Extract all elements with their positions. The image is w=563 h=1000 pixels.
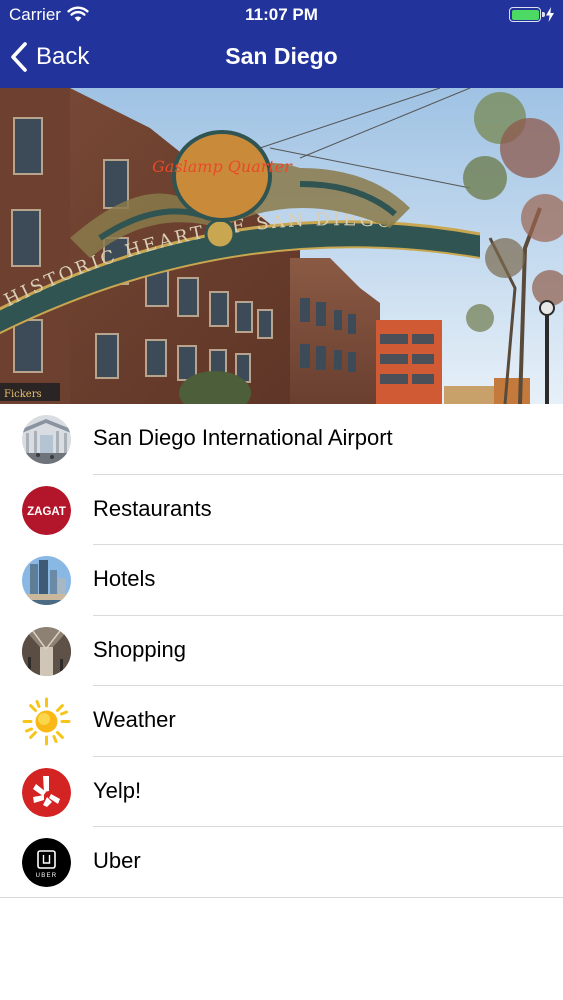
uber-logo-icon: UBER bbox=[22, 838, 71, 887]
list-item-label: Hotels bbox=[93, 566, 156, 591]
zagat-logo-icon: ZAGAT bbox=[22, 485, 71, 535]
neon-sign-text: Gaslamp Quarter bbox=[152, 157, 293, 176]
list-item-uber[interactable]: UBER Uber bbox=[0, 827, 563, 898]
list-item-label: Yelp! bbox=[93, 777, 142, 803]
nav-bar: Back San Diego bbox=[0, 30, 563, 88]
battery-icon bbox=[509, 7, 545, 22]
hero-image: Fickers HISTORIC HEART F SAN DIEG Gaslam… bbox=[0, 88, 563, 404]
list-item-restaurants[interactable]: ZAGAT Restaurants bbox=[0, 474, 563, 545]
zagat-logo-text: ZAGAT bbox=[27, 506, 66, 518]
list-item-label: Shopping bbox=[93, 636, 186, 662]
battery-level bbox=[511, 9, 539, 20]
uber-logo-text: UBER bbox=[36, 873, 58, 879]
hotels-thumb-icon bbox=[22, 556, 71, 605]
back-button[interactable]: Back bbox=[10, 40, 89, 74]
back-label: Back bbox=[36, 43, 90, 70]
charging-bolt-icon bbox=[546, 7, 554, 22]
airport-thumb-icon bbox=[22, 415, 71, 464]
list-item-label: Uber bbox=[93, 848, 141, 873]
status-bar: Carrier 11:07 PM bbox=[0, 0, 563, 30]
list-item-label: San Diego International Airport bbox=[93, 425, 393, 450]
yelp-logo-icon bbox=[22, 767, 71, 817]
chevron-left-icon bbox=[11, 42, 27, 72]
list-item-hotels[interactable]: Hotels bbox=[0, 545, 563, 616]
header: Carrier 11:07 PM Back San Diego bbox=[0, 0, 563, 88]
category-list: San Diego International Airport ZAGAT Re… bbox=[0, 404, 563, 898]
status-time: 11:07 PM bbox=[245, 5, 318, 24]
list-item-shopping[interactable]: Shopping bbox=[0, 615, 563, 686]
list-item-label: Weather bbox=[93, 707, 176, 732]
sun-icon bbox=[22, 697, 71, 746]
list-item-airport[interactable]: San Diego International Airport bbox=[0, 404, 563, 475]
shopping-thumb-icon bbox=[22, 626, 71, 676]
list-item-yelp[interactable]: Yelp! bbox=[0, 756, 563, 827]
list-item-label: Restaurants bbox=[93, 495, 212, 521]
list-item-weather[interactable]: Weather bbox=[0, 686, 563, 757]
svg-text:Fickers: Fickers bbox=[4, 389, 42, 400]
